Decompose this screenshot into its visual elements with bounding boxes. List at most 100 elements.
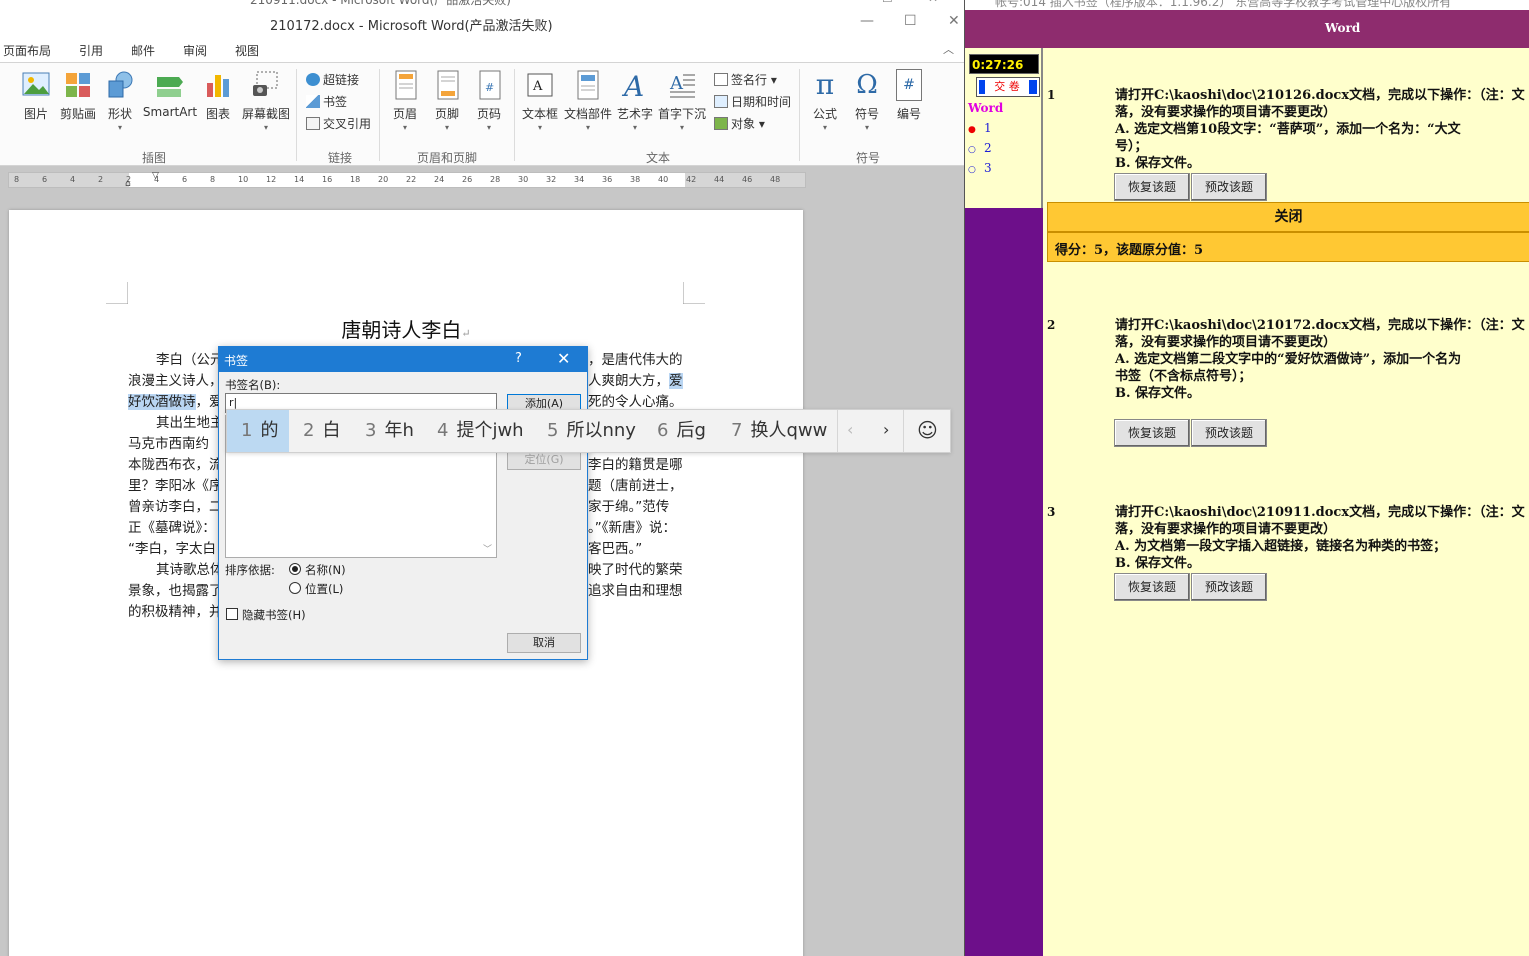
ime-candidate[interactable]: 4 提个jwh <box>423 410 533 452</box>
close-icon[interactable]: ✕ <box>948 13 960 29</box>
group-separator <box>296 69 297 161</box>
ime-candidate[interactable]: 7 换人qww <box>717 410 835 452</box>
paragraph-text: 本陇西布衣，流 <box>128 457 223 473</box>
exam-panel: 帐号:014 插入书签（程序版本：1.1.96.2） 东营高等学校教学考试管理中… <box>964 0 1529 956</box>
exam-header: Word <box>965 10 1529 48</box>
header-button[interactable]: 页眉 ▾ <box>391 69 419 132</box>
hidden-bookmarks-checkbox[interactable] <box>226 608 238 620</box>
picture-button[interactable]: 图片 <box>20 69 52 122</box>
group-separator <box>514 69 515 161</box>
paragraph-text: 。”《新唐》说： <box>588 520 676 536</box>
score-display: 得分：5，该题原分值：5 <box>1047 232 1529 262</box>
goto-bookmark-button[interactable]: 定位(G) <box>507 450 581 470</box>
cross-reference-button[interactable]: 交叉引用 <box>306 115 371 132</box>
question-nav-item[interactable]: ○ 3 <box>968 161 992 175</box>
restore-question-button[interactable]: 恢复该题 <box>1114 573 1190 601</box>
maximize-icon[interactable]: ☐ <box>904 13 917 29</box>
wordart-button[interactable]: A 艺术字 ▾ <box>616 69 654 132</box>
paragraph-text: 死的令人心痛。 <box>588 394 683 410</box>
indent-marker-icon[interactable]: ⌂ <box>125 179 131 189</box>
shapes-button[interactable]: 形状 ▾ <box>104 69 136 132</box>
quick-parts-button[interactable]: 文档部件 ▾ <box>563 69 613 132</box>
margin-corner-top-left <box>106 282 128 304</box>
paragraph-line-left: 里？李阳冰《序 <box>128 474 223 494</box>
restore-question-button[interactable]: 恢复该题 <box>1114 173 1190 201</box>
bookmark-dialog: 书签 ? ✕ 书签名(B): r| ﹀ 添加(A) 定位(G) 排序依据: 名称… <box>218 346 588 660</box>
dialog-title-bar: 书签 ? ✕ <box>219 347 587 372</box>
question-nav-number: 1 <box>984 121 992 135</box>
tab-page-layout[interactable]: 页面布局 <box>3 42 51 59</box>
minimize-icon[interactable]: — <box>860 13 874 29</box>
signature-line-button[interactable]: 签名行 ▾ <box>714 71 777 88</box>
ruler-tick-label: 40 <box>658 175 669 184</box>
page-number-icon: # <box>475 69 505 101</box>
question-nav-item[interactable]: ○ 2 <box>968 141 992 155</box>
ruler-tick-label: 38 <box>630 175 641 184</box>
screenshot-button[interactable]: 屏幕截图 ▾ <box>240 69 292 132</box>
question-text: 请打开C:\kaoshi\doc\210126.docx文档，完成以下操作：（注… <box>1115 87 1529 172</box>
ime-candidate[interactable]: 3 年h <box>351 410 423 452</box>
ime-candidate[interactable]: 6 后g <box>643 410 717 452</box>
tab-view[interactable]: 视图 <box>235 42 259 59</box>
bookmark-button[interactable]: 书签 <box>306 93 347 110</box>
ime-candidate[interactable]: 1的 <box>227 410 289 452</box>
date-time-button[interactable]: 日期和时间 <box>714 93 791 110</box>
paragraph-text: 其出生地主 <box>156 415 224 431</box>
cancel-button[interactable]: 取消 <box>507 633 581 653</box>
preview-question-button[interactable]: 预改该题 <box>1191 573 1267 601</box>
tab-references[interactable]: 引用 <box>79 42 103 59</box>
ime-prev-icon[interactable]: ‹ <box>847 420 853 439</box>
omega-icon: Ω <box>856 70 878 100</box>
chart-button[interactable]: 图表 <box>204 69 232 122</box>
group-separator <box>799 69 800 161</box>
drop-cap-button[interactable]: A 首字下沉 ▾ <box>658 69 706 132</box>
ime-candidate-text: 换人qww <box>750 420 828 441</box>
ime-candidate[interactable]: 2白 <box>289 410 351 452</box>
first-line-indent-icon[interactable]: ▽ <box>152 171 159 181</box>
help-icon[interactable]: ? <box>515 351 522 366</box>
clipart-button[interactable]: 剪贴画 <box>58 69 98 122</box>
ime-candidate-text: 年h <box>384 420 414 441</box>
bookmark-icon <box>306 95 320 108</box>
preview-question-button[interactable]: 预改该题 <box>1191 419 1267 447</box>
ruler-tick-label: 8 <box>210 175 216 184</box>
horizontal-ruler[interactable]: 8 6 4 2 2 4 6 8 10 12 14 16 18 20 22 24 26 28 30 32 34 36 38 40… <box>8 171 806 189</box>
tab-mailings[interactable]: 邮件 <box>131 42 155 59</box>
collapse-ribbon-icon[interactable]: ︿ <box>943 41 954 57</box>
paragraph-line-right: 。”《新唐》说： <box>588 516 676 536</box>
tab-review[interactable]: 审阅 <box>183 42 207 59</box>
dialog-close-icon[interactable]: ✕ <box>557 349 570 368</box>
page-number-button[interactable]: # 页码 ▾ <box>475 69 503 132</box>
ruler-tick-label: 2 <box>98 175 104 184</box>
close-button[interactable]: 关闭 <box>1047 202 1529 232</box>
equation-button[interactable]: π 公式 ▾ <box>810 69 840 133</box>
hyperlink-button[interactable]: 超链接 <box>306 71 359 88</box>
symbol-label: 符号 <box>854 107 879 121</box>
paragraph-text: ，是唐代伟大的 <box>588 352 683 368</box>
ruler-tick-label: 18 <box>350 175 361 184</box>
question-text-line: B. 保存文件。 <box>1115 556 1201 571</box>
footer-button[interactable]: 页脚 ▾ <box>433 69 461 132</box>
paragraph-text: 追求自由和理想 <box>588 583 683 599</box>
textbox-button[interactable]: A 文本框 ▾ <box>520 69 560 132</box>
paragraph-text: 客巴西。” <box>588 541 643 557</box>
preview-question-button[interactable]: 预改该题 <box>1191 173 1267 201</box>
smartart-button[interactable]: SmartArt <box>142 69 198 119</box>
symbol-button[interactable]: Ω 符号 ▾ <box>852 69 882 132</box>
scroll-down-icon[interactable]: ﹀ <box>483 542 492 555</box>
numbering-button[interactable]: # 编号 <box>894 69 924 122</box>
submit-exam-button[interactable]: 交 卷 <box>976 77 1040 97</box>
wordart-icon: A <box>620 69 650 103</box>
ime-emoji-icon[interactable]: ☺ <box>917 418 938 442</box>
restore-question-button[interactable]: 恢复该题 <box>1114 419 1190 447</box>
sort-by-location-radio[interactable] <box>289 582 301 594</box>
question-text-line: 请打开C:\kaoshi\doc\210172.docx文档，完成以下操作：（注… <box>1115 318 1525 333</box>
ime-candidate-number: 4 <box>437 420 449 441</box>
object-button[interactable]: 对象 ▾ <box>714 115 765 132</box>
sort-by-name-radio[interactable] <box>289 563 301 575</box>
ime-next-icon[interactable]: › <box>883 420 889 439</box>
ruler-tick-label: 14 <box>294 175 305 184</box>
question-nav-item[interactable]: ● 1 <box>968 121 992 135</box>
ime-candidate[interactable]: 5 所以nny <box>533 410 643 452</box>
ime-candidate-number: 3 <box>365 420 377 441</box>
